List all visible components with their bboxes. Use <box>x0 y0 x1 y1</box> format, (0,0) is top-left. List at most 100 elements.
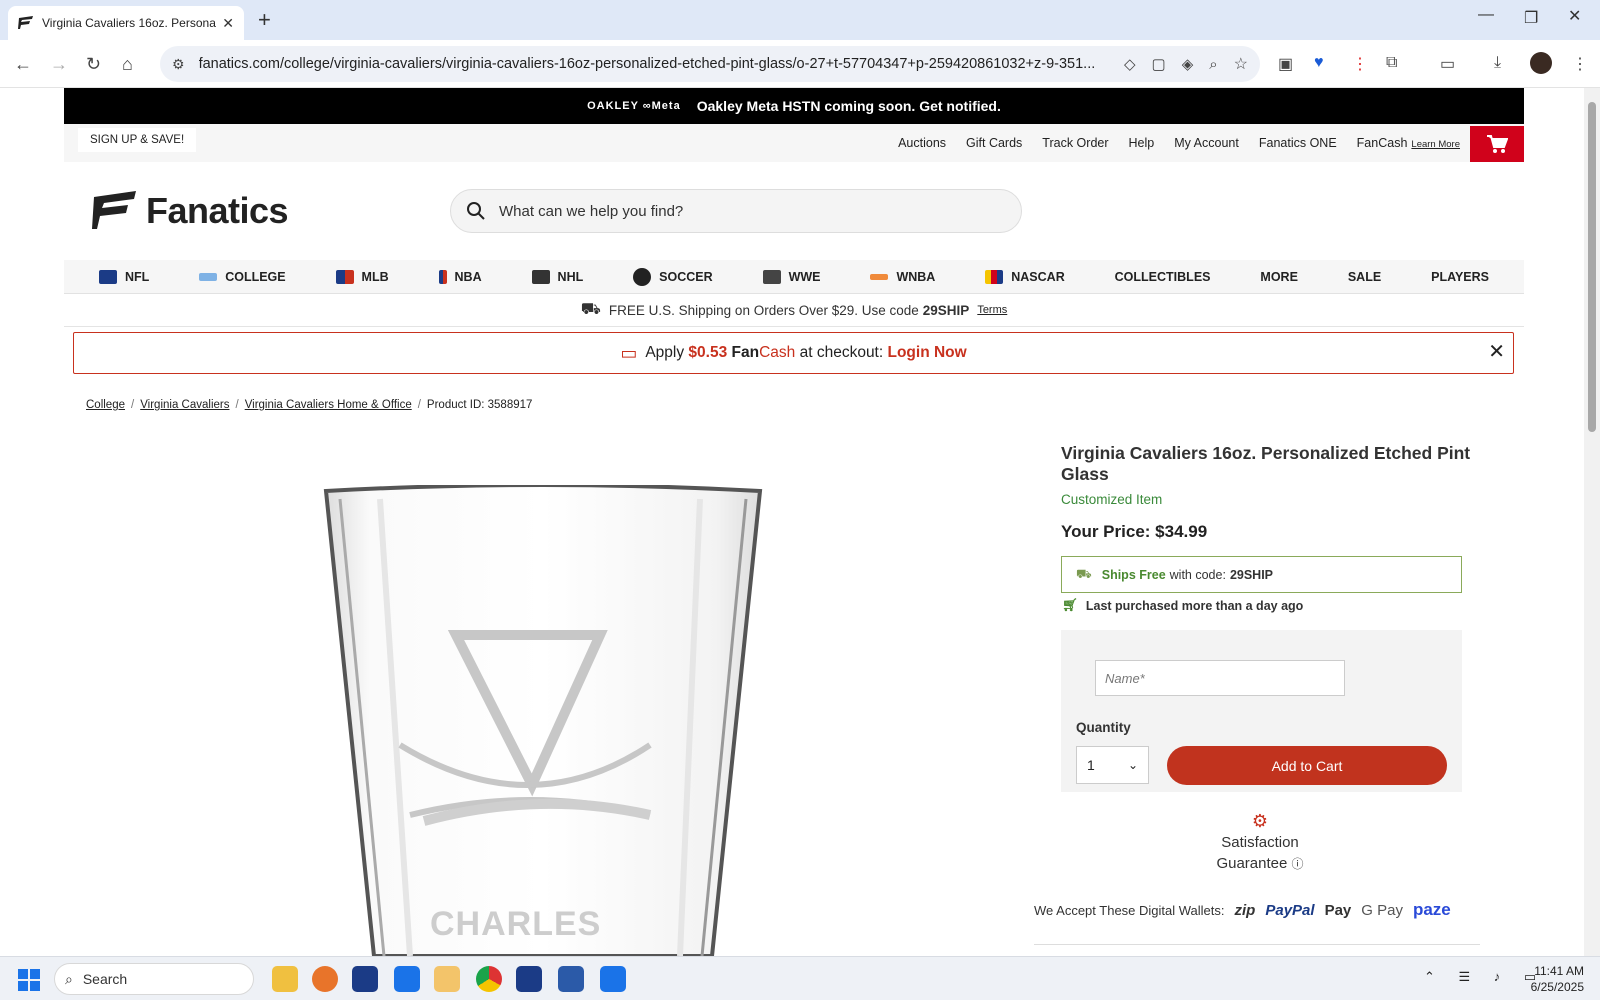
terms-link[interactable]: Terms <box>977 304 1007 316</box>
glass-engraved-name: CHARLES <box>430 905 602 943</box>
fanatics-logo[interactable]: Fanatics <box>92 190 289 232</box>
breadcrumb-virginia-cavaliers[interactable]: Virginia Cavaliers <box>140 399 229 411</box>
site-info-icon[interactable]: ⚙ <box>172 56 185 73</box>
paypal-logo: PayPal <box>1265 901 1315 919</box>
promo-brand-logo: OAKLEY ∞Meta <box>587 100 681 112</box>
scrollbar-thumb[interactable] <box>1588 102 1596 432</box>
nav-college[interactable]: COLLEGE <box>199 270 286 284</box>
nav-mlb[interactable]: MLB <box>335 269 389 284</box>
truck-icon: ⛟ <box>1076 566 1092 581</box>
defender-icon[interactable] <box>394 966 420 992</box>
close-banner-icon[interactable]: ✕ <box>1488 339 1505 364</box>
nav-sale[interactable]: SALE <box>1348 270 1381 284</box>
chrome-icon[interactable] <box>476 966 502 992</box>
extension-heart-icon[interactable]: ♥ <box>1314 54 1324 72</box>
learn-more-link[interactable]: Learn More <box>1411 139 1460 150</box>
mlb-icon <box>335 269 354 284</box>
name-input[interactable] <box>1095 660 1345 696</box>
util-link-auctions[interactable]: Auctions <box>898 136 946 150</box>
utility-bar: SIGN UP & SAVE! Auctions Gift Cards Trac… <box>64 124 1524 162</box>
back-icon[interactable]: ← <box>14 54 32 75</box>
cart-icon <box>1487 135 1508 153</box>
ships-free-box: ⛟ Ships Free with code: 29SHIP <box>1061 556 1462 593</box>
address-bar[interactable]: ⚙ fanatics.com/college/virginia-cavalier… <box>160 46 1260 82</box>
clock[interactable]: 11:41 AM 6/25/2025 <box>1531 963 1584 995</box>
search-bar[interactable] <box>450 189 1022 233</box>
nav-nfl[interactable]: NFL <box>98 269 149 284</box>
price-tracking-icon[interactable]: ◈ <box>1182 55 1194 73</box>
shipping-banner: ⛟ FREE U.S. Shipping on Orders Over $29.… <box>64 294 1524 327</box>
shopping-icon[interactable]: ▢ <box>1152 55 1166 73</box>
tab-strip: Virginia Cavaliers 16oz. Personaliz ✕ + … <box>0 0 1600 40</box>
close-tab-icon[interactable]: ✕ <box>222 15 234 32</box>
quantity-select[interactable]: 1 ⌄ <box>1076 746 1149 784</box>
nav-more[interactable]: MORE <box>1260 270 1298 284</box>
tag-icon[interactable]: ◇ <box>1124 55 1136 73</box>
breadcrumb-home-office[interactable]: Virginia Cavaliers Home & Office <box>245 399 412 411</box>
app-icon-2[interactable] <box>516 966 542 992</box>
util-link-help[interactable]: Help <box>1129 136 1155 150</box>
cart-button[interactable] <box>1470 126 1524 162</box>
nba-icon <box>438 269 447 284</box>
pint-glass-image <box>323 485 763 956</box>
media-icon[interactable] <box>434 966 460 992</box>
fanatics-flag-icon <box>92 191 136 229</box>
nav-soccer[interactable]: SOCCER <box>633 267 713 286</box>
profile-avatar[interactable] <box>1530 52 1552 74</box>
nav-wwe[interactable]: WWE <box>762 269 821 284</box>
nav-nba[interactable]: NBA <box>438 269 482 284</box>
file-explorer-icon[interactable] <box>272 966 298 992</box>
menu-icon[interactable]: ⋮ <box>1572 54 1588 74</box>
outlook-icon[interactable] <box>600 966 626 992</box>
page-scrollbar[interactable] <box>1584 88 1600 956</box>
start-icon[interactable] <box>18 969 40 991</box>
info-icon[interactable]: ⓘ <box>1292 857 1304 871</box>
tray-icons[interactable]: ⌃ ☰ ♪ ▭ <box>1424 969 1546 985</box>
nav-collectibles[interactable]: COLLECTIBLES <box>1115 270 1211 284</box>
paze-logo: paze <box>1412 900 1451 919</box>
restore-icon[interactable]: ❐ <box>1524 8 1538 28</box>
add-to-cart-button[interactable]: Add to Cart <box>1167 746 1447 785</box>
nav-nhl[interactable]: NHL <box>531 269 583 284</box>
soccer-ball-icon <box>633 267 652 286</box>
firefox-icon[interactable] <box>312 966 338 992</box>
taskbar-search[interactable]: ⌕ Search <box>54 963 254 995</box>
extension-dots-icon[interactable]: ⋮ <box>1352 54 1368 74</box>
breadcrumb-college[interactable]: College <box>86 399 125 411</box>
app-icon[interactable] <box>352 966 378 992</box>
util-link-track-order[interactable]: Track Order <box>1042 136 1108 150</box>
zoom-icon[interactable]: ⌕ <box>1209 56 1217 73</box>
download-icon[interactable]: ⤓ <box>1494 54 1501 72</box>
tab-search-icon[interactable]: ▭ <box>1440 54 1455 74</box>
word-icon[interactable] <box>558 966 584 992</box>
windows-taskbar: ⌕ Search ⌃ ☰ ♪ ▭ 11:41 AM 6/25/2025 <box>0 956 1600 1000</box>
util-link-my-account[interactable]: My Account <box>1174 136 1239 150</box>
product-title: Virginia Cavaliers 16oz. Personalized Et… <box>1061 443 1471 484</box>
home-icon[interactable]: ⌂ <box>122 54 133 75</box>
forward-icon[interactable]: → <box>50 54 68 75</box>
login-now-link[interactable]: Login Now <box>887 344 966 362</box>
nav-players[interactable]: PLAYERS <box>1431 270 1489 284</box>
close-window-icon[interactable]: ✕ <box>1568 6 1581 26</box>
bookmark-star-icon[interactable]: ☆ <box>1234 54 1248 74</box>
extensions-icon[interactable]: ⧉ <box>1386 54 1397 72</box>
util-link-fancash[interactable]: FanCash Learn More <box>1357 136 1460 150</box>
image-icon[interactable]: ▣ <box>1278 54 1293 74</box>
satisfaction-guarantee[interactable]: ⚙ Satisfaction Guarantee ⓘ <box>1200 810 1320 875</box>
breadcrumb: College / Virginia Cavaliers / Virginia Ca… <box>86 399 533 411</box>
nav-nascar[interactable]: NASCAR <box>985 269 1065 284</box>
new-tab-icon[interactable]: + <box>258 8 271 32</box>
signup-button[interactable]: SIGN UP & SAVE! <box>78 128 197 152</box>
promo-banner[interactable]: OAKLEY ∞Meta Oakley Meta HSTN coming soo… <box>64 88 1524 124</box>
browser-tab[interactable]: Virginia Cavaliers 16oz. Personaliz ✕ <box>8 6 244 40</box>
minimize-icon[interactable]: — <box>1478 6 1494 24</box>
product-image[interactable]: CHARLES <box>320 485 766 956</box>
util-link-gift-cards[interactable]: Gift Cards <box>966 136 1022 150</box>
shipping-code: 29SHIP <box>922 302 970 318</box>
search-input[interactable] <box>499 202 959 220</box>
fanatics-favicon-icon <box>18 16 33 29</box>
shipping-text: FREE U.S. Shipping on Orders Over $29. U… <box>608 302 919 318</box>
nav-wnba[interactable]: WNBA <box>870 270 935 284</box>
reload-icon[interactable]: ↻ <box>86 54 101 75</box>
util-link-fanatics-one[interactable]: Fanatics ONE <box>1259 136 1337 150</box>
